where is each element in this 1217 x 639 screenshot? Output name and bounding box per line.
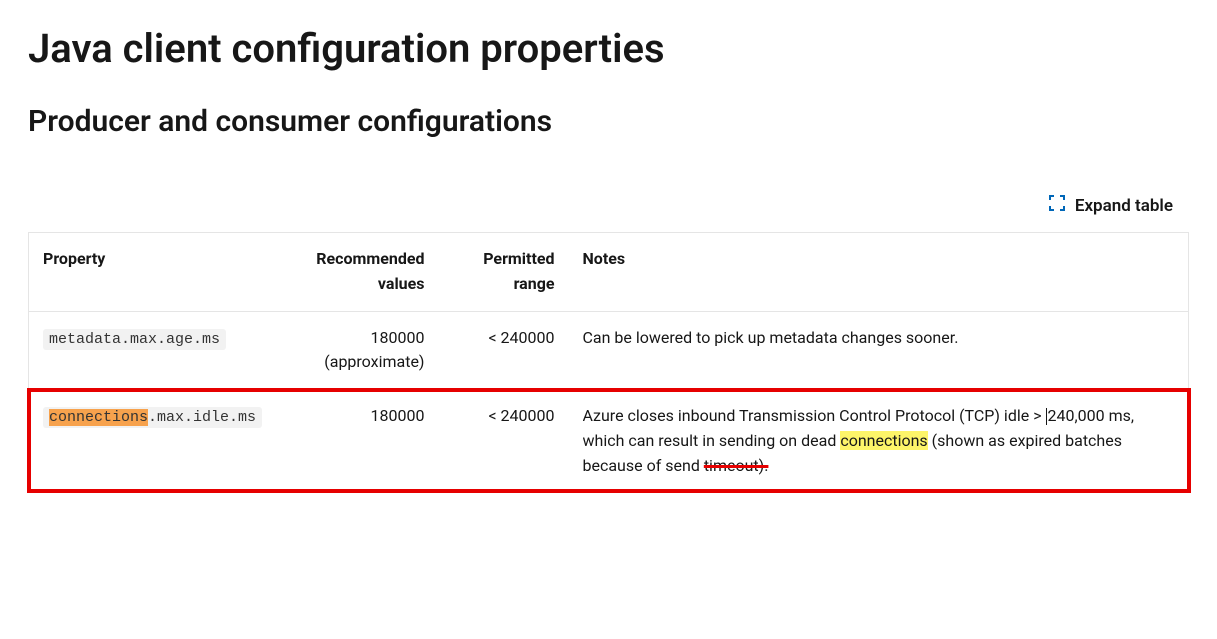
cell-recommended: 180000 <box>279 390 439 491</box>
cell-property: connections.max.idle.ms <box>29 390 279 491</box>
property-code: connections.max.idle.ms <box>43 407 262 428</box>
cell-recommended: 180000 (approximate) <box>279 311 439 390</box>
col-header-permitted: Permitted range <box>439 233 569 312</box>
expand-icon <box>1049 195 1065 216</box>
config-table: Property Recommended values Permitted ra… <box>28 232 1189 492</box>
table-row: connections.max.idle.ms 180000 < 240000 … <box>29 390 1189 491</box>
cell-permitted: < 240000 <box>439 311 569 390</box>
section-heading: Producer and consumer configurations <box>28 102 1189 141</box>
cell-property: metadata.max.age.ms <box>29 311 279 390</box>
col-header-notes: Notes <box>569 233 1189 312</box>
table-header-row: Property Recommended values Permitted ra… <box>29 233 1189 312</box>
struck-text: timeout). <box>704 456 769 475</box>
expand-table-label: Expand table <box>1075 196 1173 216</box>
cell-notes: Can be lowered to pick up metadata chang… <box>569 311 1189 390</box>
col-header-recommended: Recommended values <box>279 233 439 312</box>
page-title: Java client configuration properties <box>28 24 1189 74</box>
highlighted-text: connections <box>49 409 148 426</box>
text-caret <box>1046 408 1047 426</box>
cell-notes: Azure closes inbound Transmission Contro… <box>569 390 1189 491</box>
col-header-property: Property <box>29 233 279 312</box>
table-row: metadata.max.age.ms 180000 (approximate)… <box>29 311 1189 390</box>
highlighted-text: connections <box>840 431 927 450</box>
expand-table-button[interactable]: Expand table <box>1041 189 1181 222</box>
table-actions-bar: Expand table <box>28 189 1189 222</box>
property-code: metadata.max.age.ms <box>43 329 226 350</box>
cell-permitted: < 240000 <box>439 390 569 491</box>
